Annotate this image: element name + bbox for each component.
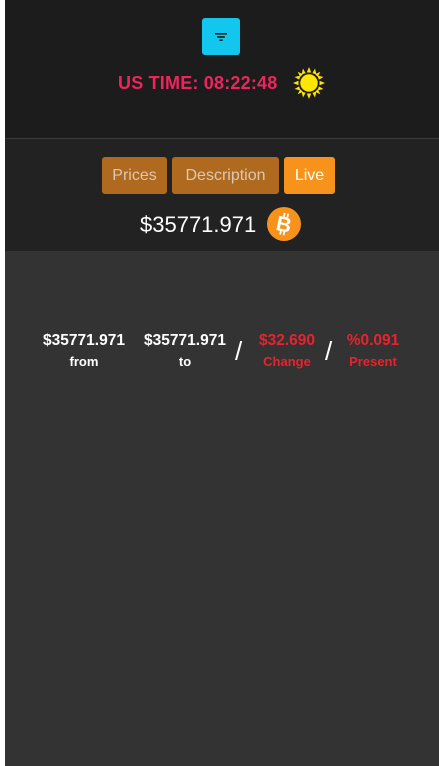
time-row: US TIME: 08:22:48 <box>5 66 439 100</box>
stat-to: $35771.971 to <box>142 330 228 372</box>
filter-button[interactable] <box>202 18 240 55</box>
bitcoin-icon: B <box>267 207 301 241</box>
to-value: $35771.971 <box>144 332 226 349</box>
tab-bar: Prices Description Live <box>5 157 439 194</box>
current-price-row: $35771.971 B <box>5 207 439 241</box>
app-root: US TIME: 08:22:48 Prices Description Liv… <box>5 0 439 766</box>
stat-present: %0.091 Present <box>341 330 405 372</box>
stat-from: $35771.971 from <box>41 330 127 372</box>
to-label: to <box>178 354 192 369</box>
bitcoin-badge: B <box>267 207 301 241</box>
present-label: Present <box>349 354 397 369</box>
present-value: %0.091 <box>346 332 400 349</box>
change-label: Change <box>263 354 311 369</box>
price-stats: $35771.971 from $35771.971 to / $32.690 … <box>5 330 439 380</box>
tab-prices[interactable]: Prices <box>102 157 167 194</box>
filter-icon <box>215 32 227 41</box>
from-value: $35771.971 <box>43 332 125 349</box>
top-bar: US TIME: 08:22:48 <box>5 0 439 139</box>
stat-change: $32.690 Change <box>252 330 322 372</box>
separator-slash: / <box>325 336 333 366</box>
tab-live[interactable]: Live <box>284 157 335 194</box>
from-label: from <box>69 354 99 369</box>
change-value: $32.690 <box>258 332 316 349</box>
current-price: $35771.971 <box>140 212 257 237</box>
us-time-label: US TIME: 08:22:48 <box>118 73 278 93</box>
separator-slash: / <box>235 336 243 366</box>
theme-toggle[interactable] <box>292 66 326 100</box>
price-bar: Prices Description Live $35771.971 B <box>5 139 439 251</box>
sun-icon <box>293 67 325 99</box>
tab-description[interactable]: Description <box>172 157 279 194</box>
